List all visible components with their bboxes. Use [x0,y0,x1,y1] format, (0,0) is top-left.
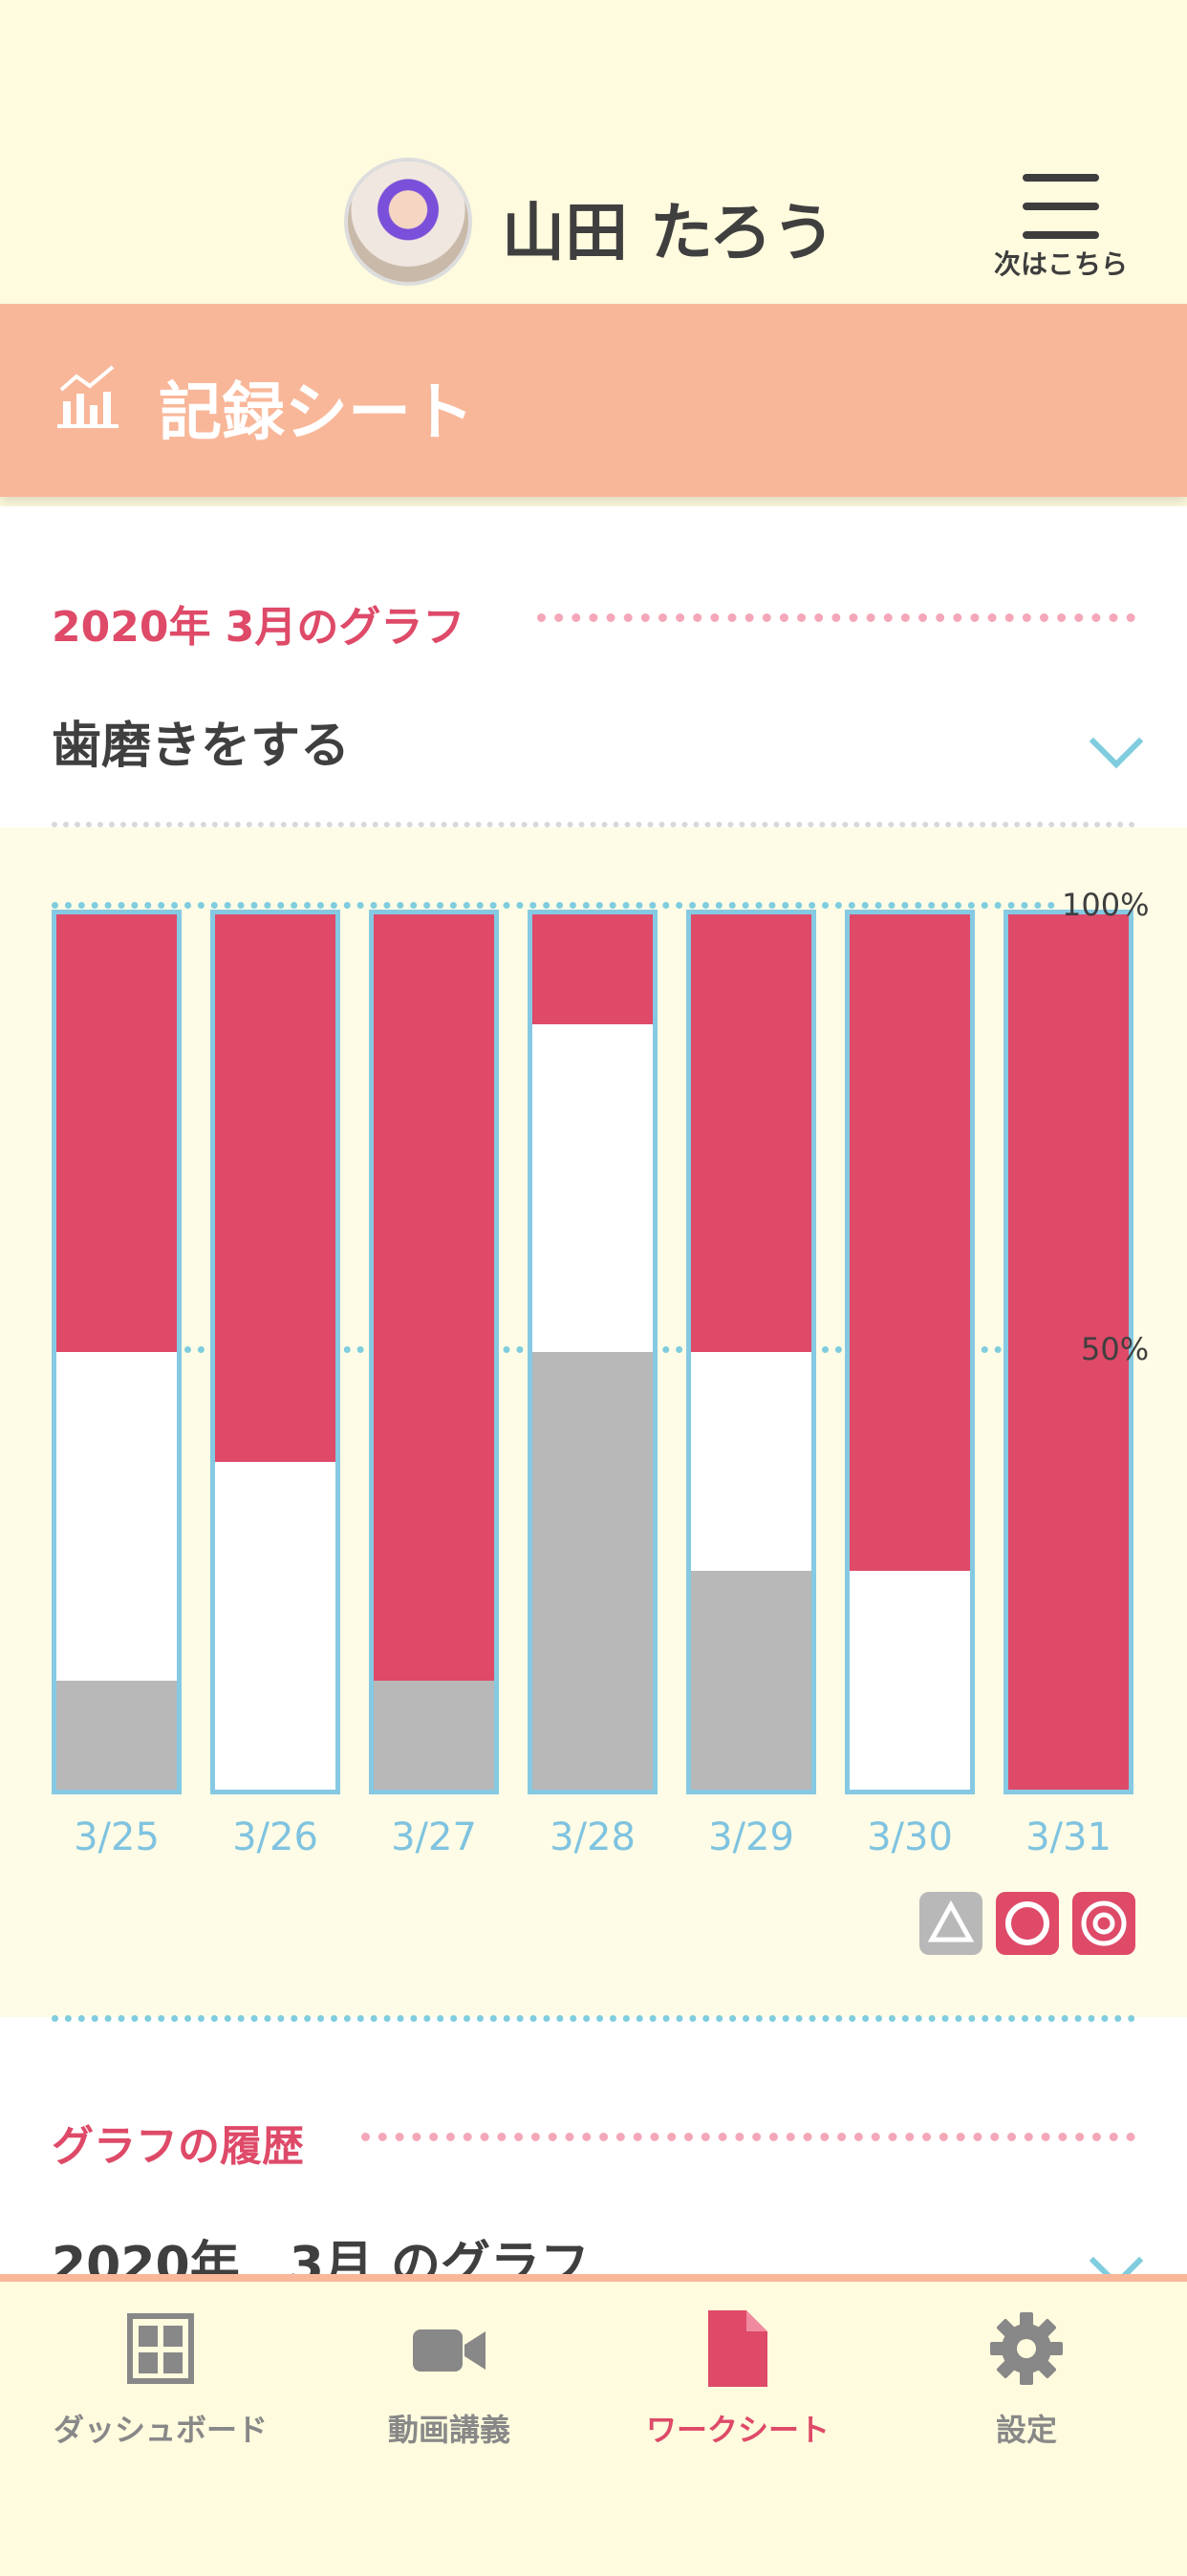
bar-segment [850,1571,970,1790]
bar-segment [532,914,653,1024]
bar-3/27 [369,910,499,1794]
grid-icon [127,2313,194,2384]
bar-segment [56,1352,177,1681]
ytick-label: 100% [1062,887,1150,923]
bar-3/25 [52,910,182,1794]
video-icon [413,2329,486,2372]
ytick-label: 50% [1081,1331,1150,1367]
x-tick-label: 3/28 [550,1815,636,1859]
gear-icon [990,2312,1063,2385]
circle-icon [996,1892,1059,1955]
nav-item-video[interactable]: 動画講義 [306,2310,593,2463]
bar-segment [532,1352,653,1790]
bar-segment [532,1023,653,1352]
x-tick-label: 3/30 [867,1815,953,1859]
x-tick-label: 3/25 [74,1815,160,1859]
page-title-bar: 記録シート [0,304,1187,497]
x-tick-label: 3/29 [708,1815,794,1859]
menu-button[interactable]: 次はこちら [989,162,1133,287]
bar-3/30 [845,910,975,1794]
nav-item-dashboard[interactable]: ダッシュボード [17,2310,304,2463]
page-title: 記録シート [159,376,474,449]
bar-segment [691,914,811,1352]
history-section-heading: グラフの履歴 [52,2122,304,2171]
bar-segment [215,1461,335,1790]
x-tick-label: 3/26 [232,1815,318,1859]
document-icon [708,2310,767,2387]
menu-label: 次はこちら [993,248,1128,280]
nav-item-worksheet[interactable]: ワークシート [594,2310,881,2463]
double-circle-icon [1072,1892,1135,1955]
divider [52,2015,1135,2022]
graph-section-heading: 2020年 3月のグラフ [52,603,465,652]
divider [361,2133,1135,2141]
x-tick-label: 3/31 [1025,1815,1111,1859]
habit-select[interactable]: 歯磨きをする [52,705,1144,782]
bottom-nav: ダッシュボード 動画講義 ワークシート 設定 [0,2274,1187,2576]
x-tick-label: 3/27 [391,1815,477,1859]
bar-segment [374,914,494,1681]
nav-item-settings[interactable]: 設定 [883,2310,1170,2463]
bar-segment [374,1680,494,1790]
avatar[interactable] [344,158,472,286]
bar-segment [691,1352,811,1571]
bar-3/28 [528,910,658,1794]
nav-label: ワークシート [645,2412,830,2448]
habit-select-value: 歯磨きをする [52,718,351,775]
bar-segment [56,1680,177,1790]
nav-label: 動画講義 [387,2412,510,2448]
nav-label: 設定 [995,2412,1057,2448]
hamburger-icon [1023,174,1099,241]
bar-segment [850,914,970,1571]
bar-3/29 [686,910,816,1794]
bar-segment [56,914,177,1352]
gridline-100 [52,902,1055,909]
bar-segment [215,914,335,1462]
bar-3/26 [210,910,340,1794]
bar-segment [691,1571,811,1790]
divider [537,613,1135,622]
app-header: 山田 たろう 次はこちら [0,0,1187,304]
user-name: 山田 たろう [502,196,836,269]
triangle-icon [919,1892,982,1955]
chart-icon [57,365,119,428]
chevron-down-icon [1089,714,1144,769]
nav-label: ダッシュボード [53,2412,268,2448]
